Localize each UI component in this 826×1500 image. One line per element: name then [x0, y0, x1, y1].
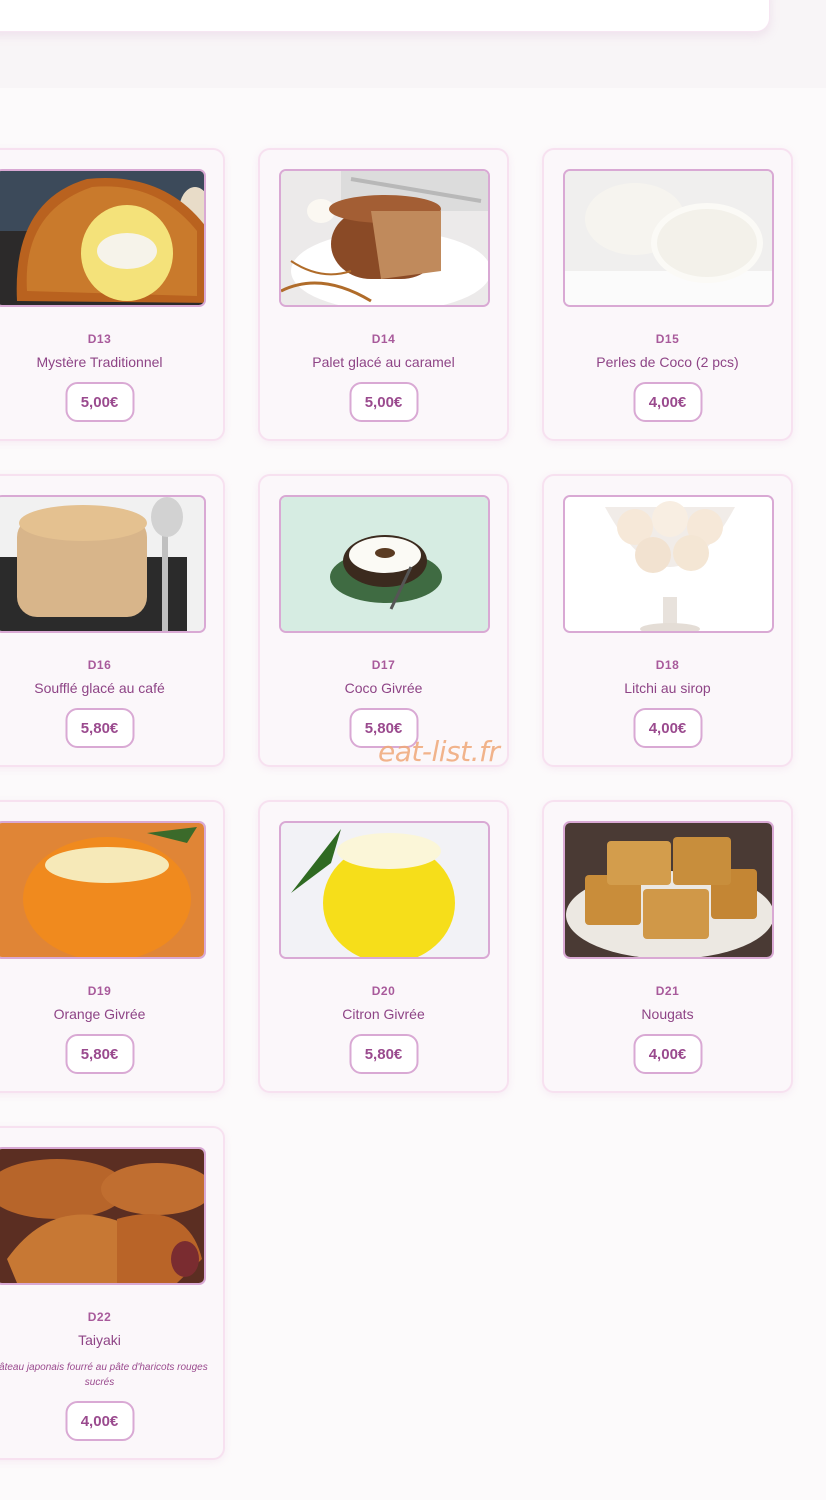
coconut-pearls-image	[563, 169, 774, 307]
price-button[interactable]: 5,00€	[65, 382, 134, 422]
price-button[interactable]: 5,80€	[65, 708, 134, 748]
item-name: Palet glacé au caramel	[312, 354, 455, 370]
item-code: D22	[87, 1310, 112, 1324]
menu-item-card[interactable]: D16 Soufflé glacé au café 5,80€	[0, 474, 225, 767]
price-button[interactable]: 5,00€	[349, 382, 418, 422]
menu-item-card[interactable]: D17 Coco Givrée 5,80€	[258, 474, 509, 767]
caramel-cake-image	[279, 169, 490, 307]
item-code: D17	[371, 658, 396, 672]
item-code: D20	[371, 984, 396, 998]
item-code: D16	[87, 658, 112, 672]
ice-cream-bomb-image	[0, 169, 206, 307]
frozen-orange-image	[0, 821, 206, 959]
menu-item-card[interactable]: D20 Citron Givrée 5,80€	[258, 800, 509, 1093]
item-code: D14	[371, 332, 396, 346]
frozen-coconut-image	[279, 495, 490, 633]
item-name: Taiyaki	[78, 1332, 121, 1348]
item-name: Soufflé glacé au café	[34, 680, 165, 696]
menu-item-card[interactable]: D13 Mystère Traditionnel 5,00€	[0, 148, 225, 441]
item-name: Perles de Coco (2 pcs)	[596, 354, 739, 370]
menu-item-card[interactable]: D15 Perles de Coco (2 pcs) 4,00€	[542, 148, 793, 441]
price-button[interactable]: 4,00€	[633, 708, 702, 748]
menu-item-card[interactable]: D14 Palet glacé au caramel 5,00€	[258, 148, 509, 441]
item-name: Coco Givrée	[344, 680, 423, 696]
item-name: Nougats	[641, 1006, 694, 1022]
item-code: D18	[655, 658, 680, 672]
price-button[interactable]: 4,00€	[633, 1034, 702, 1074]
price-button[interactable]: 4,00€	[633, 382, 702, 422]
lychee-syrup-image	[563, 495, 774, 633]
item-name: Litchi au sirop	[624, 680, 711, 696]
menu-item-card[interactable]: D21 Nougats 4,00€	[542, 800, 793, 1093]
price-button[interactable]: 4,00€	[65, 1401, 134, 1441]
price-button[interactable]: 5,80€	[65, 1034, 134, 1074]
item-description: Gâteau japonais fourré au pâte d'haricot…	[0, 1362, 208, 1388]
item-name: Mystère Traditionnel	[36, 354, 163, 370]
price-button[interactable]: 5,80€	[349, 1034, 418, 1074]
menu-item-card[interactable]: D19 Orange Givrée 5,80€	[0, 800, 225, 1093]
item-code: D13	[87, 332, 112, 346]
item-name: Orange Givrée	[53, 1006, 146, 1022]
watermark: eat-list.fr	[378, 735, 500, 768]
item-name: Citron Givrée	[342, 1006, 425, 1022]
frozen-lemon-image	[279, 821, 490, 959]
coffee-souffle-image	[0, 495, 206, 633]
nougats-image	[563, 821, 774, 959]
item-code: D21	[655, 984, 680, 998]
item-code: D19	[87, 984, 112, 998]
item-code: D15	[655, 332, 680, 346]
menu-item-card[interactable]: D22 Taiyaki Gâteau japonais fourré au pâ…	[0, 1126, 225, 1460]
menu-item-card[interactable]: D18 Litchi au sirop 4,00€	[542, 474, 793, 767]
taiyaki-image	[0, 1147, 206, 1285]
